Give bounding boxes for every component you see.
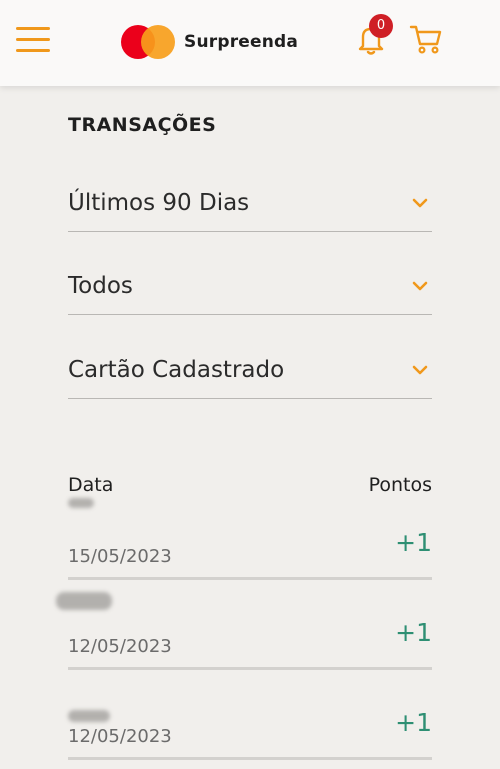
card-filter-select[interactable]: Cartão Cadastrado — [68, 339, 432, 399]
transaction-points: +1 — [395, 528, 432, 557]
page-title: TRANSAÇÕES — [68, 114, 217, 136]
card-filter-value: Cartão Cadastrado — [68, 357, 285, 383]
notification-badge: 0 — [369, 14, 393, 38]
transaction-points: +1 — [395, 708, 432, 737]
type-filter-select[interactable]: Todos — [68, 255, 432, 315]
transaction-row[interactable]: 12/05/2023 +1 — [56, 580, 432, 670]
transaction-date: 12/05/2023 — [68, 726, 172, 747]
mastercard-logo — [121, 25, 175, 59]
transaction-row[interactable]: 15/05/2023 +1 — [68, 490, 432, 580]
period-filter-value: Últimos 90 Dias — [68, 190, 250, 216]
redacted-description — [68, 710, 110, 722]
chevron-down-icon — [412, 365, 428, 375]
transaction-date: 15/05/2023 — [68, 546, 172, 567]
type-filter-value: Todos — [68, 273, 133, 299]
top-bar: Surpreenda 0 — [0, 0, 500, 86]
menu-icon[interactable] — [16, 27, 50, 53]
transaction-points: +1 — [395, 618, 432, 647]
brand-logo[interactable]: Surpreenda — [121, 25, 298, 59]
transaction-date: 12/05/2023 — [68, 636, 172, 657]
brand-name: Surpreenda — [184, 32, 299, 52]
chevron-down-icon — [412, 281, 428, 291]
transaction-row[interactable]: 12/05/2023 +1 — [68, 670, 432, 760]
cart-icon[interactable] — [409, 22, 443, 56]
chevron-down-icon — [412, 198, 428, 208]
period-filter-select[interactable]: Últimos 90 Dias — [68, 172, 432, 232]
redacted-description — [68, 498, 94, 508]
redacted-description — [56, 592, 112, 610]
